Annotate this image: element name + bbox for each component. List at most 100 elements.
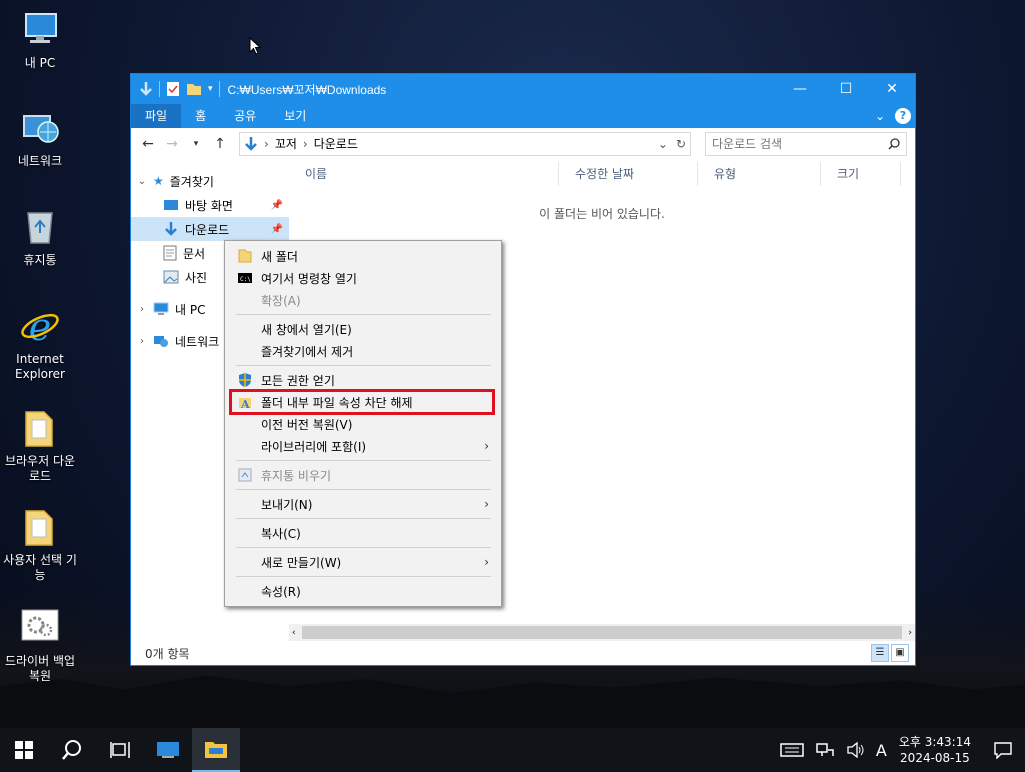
column-type[interactable]: 유형 — [698, 162, 821, 186]
horizontal-scrollbar[interactable]: ‹ › — [289, 624, 915, 641]
menu-item-remove-quick-access[interactable]: 즐겨찾기에서 제거 — [227, 340, 499, 362]
tab-share[interactable]: 공유 — [220, 104, 270, 128]
details-view-icon[interactable]: ☰ — [871, 644, 889, 662]
scrollbar-thumb[interactable] — [301, 626, 903, 639]
windows-logo-icon — [15, 741, 33, 759]
ribbon-tabs: 파일 홈 공유 보기 ⌄ ? — [131, 104, 915, 128]
minimize-button[interactable]: — — [777, 74, 823, 104]
window-controls: — ☐ ✕ — [777, 74, 915, 104]
search-button[interactable] — [48, 728, 96, 772]
nav-item-desktop[interactable]: 바탕 화면 📌 — [131, 193, 289, 217]
desktop-icon-label: 휴지통 — [23, 253, 57, 267]
task-view-icon — [110, 742, 130, 758]
menu-item-take-ownership[interactable]: 모든 권한 얻기 — [227, 369, 499, 391]
submenu-arrow-icon: › — [484, 555, 489, 569]
customize-toolbar-icon[interactable]: ▾ — [208, 84, 213, 94]
svg-text:C:\: C:\ — [240, 276, 251, 283]
desktop-icon-browser-downloads[interactable]: 브라우저 다운로드 — [2, 406, 78, 484]
search-icon — [62, 740, 81, 760]
menu-item-label: 모든 권한 얻기 — [261, 373, 335, 388]
breadcrumb-chevron-icon[interactable]: › — [303, 137, 308, 151]
menu-item-include-in-library[interactable]: 라이브러리에 포함(I) › — [227, 435, 499, 457]
up-button[interactable]: ↑ — [211, 136, 229, 152]
network-status-icon[interactable] — [816, 742, 834, 758]
notification-center-icon[interactable] — [993, 741, 1013, 759]
tab-view[interactable]: 보기 — [270, 104, 320, 128]
desktop-icon-label: 네트워크 — [17, 154, 63, 168]
column-name[interactable]: 이름 — [289, 162, 559, 186]
menu-item-expand[interactable]: 확장(A) — [227, 289, 499, 311]
desktop-icon-internet-explorer[interactable]: e Internet Explorer — [2, 304, 78, 382]
close-button[interactable]: ✕ — [869, 74, 915, 104]
menu-item-label: 휴지통 비우기 — [261, 468, 332, 483]
properties-icon[interactable] — [166, 81, 180, 97]
menu-item-open-new-window[interactable]: 새 창에서 열기(E) — [227, 318, 499, 340]
mouse-cursor-icon — [249, 37, 261, 55]
expand-arrow-icon[interactable]: ⌄ — [137, 176, 147, 187]
taskbar-app-file-explorer[interactable] — [192, 728, 240, 772]
taskbar-app-desktop[interactable] — [144, 728, 192, 772]
address-bar[interactable]: › 꼬저 › 다운로드 ⌄ ↻ — [239, 131, 691, 156]
start-button[interactable] — [0, 728, 48, 772]
menu-item-empty-recycle-bin[interactable]: 휴지통 비우기 — [227, 464, 499, 486]
menu-item-send-to[interactable]: 보내기(N) › — [227, 493, 499, 515]
menu-item-label: 즐겨찾기에서 제거 — [261, 344, 354, 359]
menu-item-properties[interactable]: 속성(R) — [227, 580, 499, 602]
task-view-button[interactable] — [96, 728, 144, 772]
desktop-icon — [164, 200, 178, 210]
title-bar[interactable]: ▾ C:₩Users₩꼬저₩Downloads — ☐ ✕ — [131, 74, 915, 104]
expand-ribbon-icon[interactable]: ⌄ — [875, 109, 885, 123]
menu-item-new[interactable]: 새로 만들기(W) › — [227, 551, 499, 573]
breadcrumb-user[interactable]: 꼬저 — [275, 135, 297, 152]
address-history-icon[interactable]: ⌄ — [658, 137, 668, 151]
clock[interactable]: 오후 3:43:14 2024-08-15 — [899, 734, 971, 766]
pin-icon: 📌 — [270, 223, 283, 235]
document-icon — [163, 245, 177, 261]
scroll-left-icon[interactable]: ‹ — [289, 628, 296, 638]
computer-icon — [25, 13, 57, 43]
menu-item-label: 복사(C) — [261, 526, 301, 541]
menu-item-unblock-files[interactable]: A 폴더 내부 파일 속성 차단 해제 — [229, 389, 495, 415]
folder-icon — [25, 510, 53, 546]
status-bar: 0개 항목 ☰ ▣ — [131, 641, 915, 665]
search-box[interactable]: 다운로드 검색 — [705, 131, 907, 156]
nav-label: 즐겨찾기 — [169, 174, 214, 189]
download-icon — [165, 222, 177, 236]
menu-separator — [236, 365, 491, 366]
nav-quick-access[interactable]: ⌄ ★ 즐겨찾기 — [131, 169, 289, 193]
desktop-icon-network[interactable]: 네트워크 — [2, 106, 78, 169]
breadcrumb-downloads[interactable]: 다운로드 — [314, 135, 358, 152]
maximize-button[interactable]: ☐ — [823, 74, 869, 104]
desktop-icon-this-pc[interactable]: 내 PC — [2, 8, 78, 71]
back-button[interactable]: ← — [139, 136, 157, 152]
picture-icon — [163, 270, 179, 284]
nav-item-downloads[interactable]: 다운로드 📌 — [131, 217, 289, 241]
expand-arrow-icon[interactable]: › — [137, 304, 147, 315]
menu-item-open-cmd[interactable]: C:\ 여기서 명령창 열기 — [227, 267, 499, 289]
breadcrumb-chevron-icon[interactable]: › — [264, 137, 269, 151]
volume-icon[interactable] — [846, 742, 864, 758]
desktop-icon-driver-backup[interactable]: 드라이버 백업 복원 — [2, 606, 78, 684]
desktop-icon-recycle-bin[interactable]: 휴지통 — [2, 205, 78, 268]
desktop-icon-label: 내 PC — [24, 56, 56, 70]
column-date-modified[interactable]: 수정한 날짜 — [559, 162, 698, 186]
menu-item-copy[interactable]: 복사(C) — [227, 522, 499, 544]
large-icons-view-icon[interactable]: ▣ — [891, 644, 909, 662]
clock-date: 2024-08-15 — [900, 751, 970, 765]
refresh-icon[interactable]: ↻ — [676, 137, 686, 151]
keyboard-icon[interactable] — [780, 741, 804, 759]
menu-item-restore-previous-versions[interactable]: 이전 버전 복원(V) — [227, 413, 499, 435]
new-folder-icon[interactable] — [186, 82, 202, 96]
tab-home[interactable]: 홈 — [181, 104, 220, 128]
recent-locations-button[interactable]: ▾ — [187, 139, 205, 149]
expand-arrow-icon[interactable]: › — [137, 336, 147, 347]
help-icon[interactable]: ? — [895, 108, 911, 124]
forward-button[interactable]: → — [163, 136, 181, 152]
scroll-right-icon[interactable]: › — [908, 628, 915, 638]
window-title: C:₩Users₩꼬저₩Downloads — [227, 82, 387, 97]
tab-file[interactable]: 파일 — [131, 104, 182, 128]
ime-indicator[interactable]: A — [876, 741, 887, 760]
column-size[interactable]: 크기 — [821, 162, 901, 186]
menu-item-new-folder[interactable]: 새 폴더 — [227, 245, 499, 267]
desktop-icon-optional-features[interactable]: 사용자 선택 기능 — [2, 505, 78, 583]
